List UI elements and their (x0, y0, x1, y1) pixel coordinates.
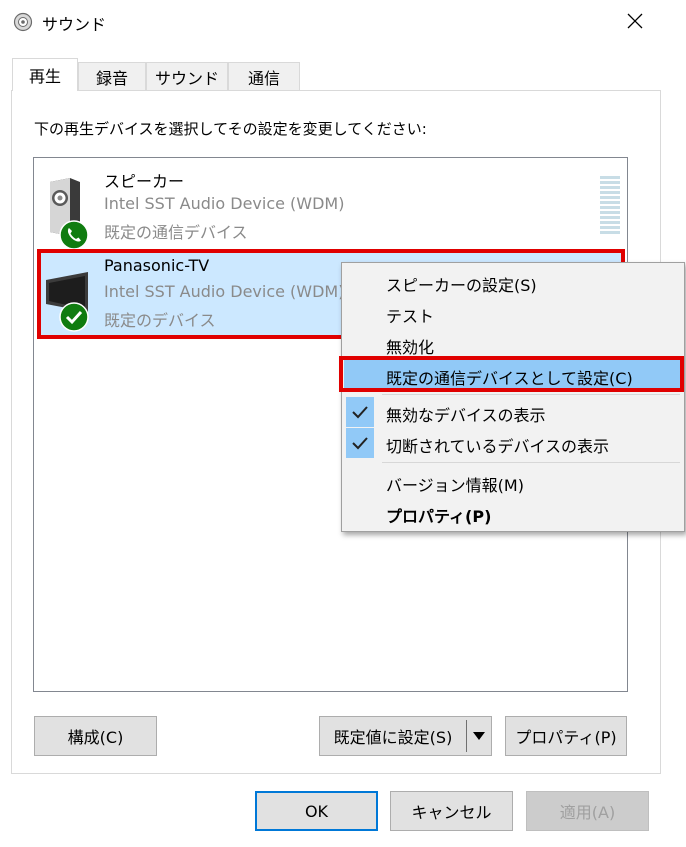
configure-button[interactable]: 構成(C) (34, 716, 157, 756)
tab-communications[interactable]: 通信 (228, 62, 300, 90)
device-properties-button[interactable]: プロパティ(P) (505, 716, 627, 756)
checkmark-icon (346, 428, 374, 458)
menu-separator (382, 394, 680, 395)
set-default-dropdown-button[interactable] (466, 716, 492, 756)
volume-level-meter (600, 176, 620, 236)
menu-item-show-disconnected-devices[interactable]: 切断されているデバイスの表示 (344, 428, 682, 458)
set-default-button[interactable]: 既定値に設定(S) (319, 716, 467, 756)
menu-item-properties[interactable]: プロパティ(P) (344, 498, 682, 528)
checkmark-badge-icon (59, 302, 89, 332)
apply-button: 適用(A) (526, 791, 649, 831)
speaker-app-icon (13, 12, 33, 32)
ok-button[interactable]: OK (255, 791, 378, 831)
close-button[interactable] (618, 6, 652, 40)
menu-separator (382, 462, 680, 463)
menu-item-speaker-settings[interactable]: スピーカーの設定(S) (344, 267, 682, 297)
checkmark-icon (346, 397, 374, 427)
device-status: 既定のデバイス (104, 311, 216, 330)
menu-item-test[interactable]: テスト (344, 298, 682, 328)
close-icon (627, 13, 643, 33)
device-driver: Intel SST Audio Device (WDM) (104, 282, 345, 301)
menu-item-disable[interactable]: 無効化 (344, 329, 682, 359)
context-menu: スピーカーの設定(S) テスト 無効化 既定の通信デバイスとして設定(C) 無効… (341, 262, 685, 532)
tab-recording[interactable]: 録音 (78, 62, 146, 90)
device-name: Panasonic-TV (104, 256, 210, 275)
tab-sounds[interactable]: サウンド (146, 62, 228, 90)
device-item-speaker[interactable]: スピーカー Intel SST Audio Device (WDM) 既定の通信… (40, 164, 624, 250)
device-name: スピーカー (104, 172, 185, 191)
menu-item-show-disabled-devices[interactable]: 無効なデバイスの表示 (344, 397, 682, 427)
window-title: サウンド (42, 15, 107, 34)
device-status: 既定の通信デバイス (104, 223, 248, 242)
menu-item-about[interactable]: バージョン情報(M) (344, 467, 682, 497)
cancel-button[interactable]: キャンセル (390, 791, 513, 831)
tab-playback[interactable]: 再生 (12, 58, 78, 91)
phone-badge-icon (59, 220, 89, 250)
instruction-text: 下の再生デバイスを選択してその設定を変更してください: (34, 120, 427, 138)
device-driver: Intel SST Audio Device (WDM) (104, 194, 345, 213)
title-bar: サウンド (0, 0, 686, 46)
menu-item-set-default-communication[interactable]: 既定の通信デバイスとして設定(C) (344, 360, 682, 390)
split-divider (466, 720, 467, 752)
dropdown-arrow-icon (472, 727, 486, 745)
